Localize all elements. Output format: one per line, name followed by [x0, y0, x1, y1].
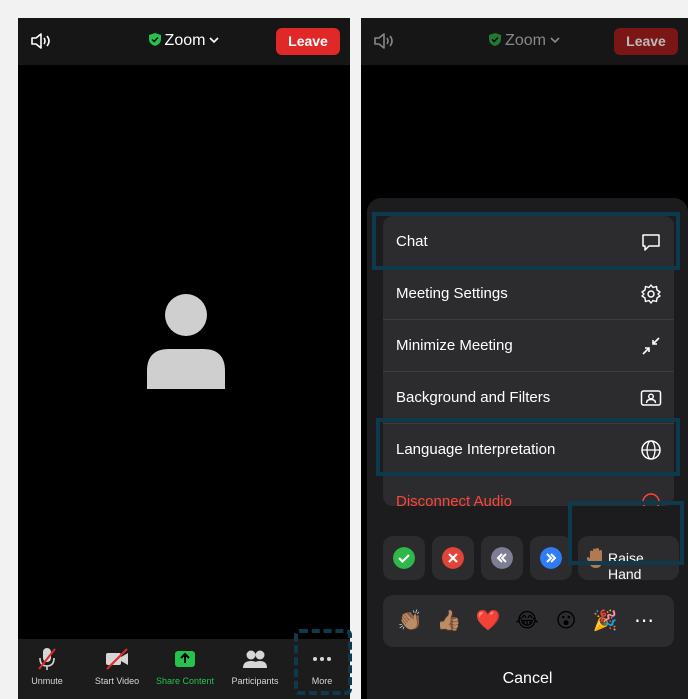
yes-button[interactable] [383, 536, 425, 580]
shield-check-icon [148, 33, 161, 46]
cancel-button[interactable]: Cancel [367, 670, 688, 688]
start-video-label: Start Video [94, 676, 140, 686]
top-bar: Zoom Leave [361, 18, 688, 65]
portrait-frame-icon [640, 390, 662, 406]
go-slower-button[interactable] [481, 536, 523, 580]
leave-button[interactable]: Leave [614, 28, 678, 55]
unmute-button[interactable]: Unmute [18, 647, 80, 686]
menu-item-label: Disconnect Audio [396, 493, 512, 506]
no-button[interactable] [432, 536, 474, 580]
avatar-placeholder-icon [147, 294, 225, 389]
chat-highlight-box [372, 212, 680, 270]
language-interpretation-highlight-box [376, 418, 680, 476]
menu-item-background-filters[interactable]: Background and Filters [383, 372, 674, 424]
reaction-clap[interactable]: 👏🏽 [397, 608, 423, 634]
participants-button[interactable]: Participants [222, 647, 288, 686]
gear-icon [641, 284, 661, 304]
share-content-label: Share Content [155, 676, 215, 686]
menu-item-minimize-meeting[interactable]: Minimize Meeting [383, 320, 674, 372]
menu-item-label: Minimize Meeting [396, 337, 513, 354]
video-off-icon [106, 648, 128, 670]
participants-label: Participants [231, 676, 279, 686]
x-icon [442, 547, 464, 569]
shield-check-icon [489, 33, 502, 46]
unmute-label: Unmute [31, 676, 63, 686]
leave-button[interactable]: Leave [276, 28, 340, 55]
reactions-bar: 👏🏽 👍🏽 ❤️ 😂 😮 🎉 ⋯ [383, 595, 674, 647]
more-button-highlight [294, 629, 352, 695]
double-left-icon [491, 547, 513, 569]
share-up-arrow-icon [175, 651, 195, 667]
raise-hand-highlight-box [568, 501, 684, 565]
chevron-down-icon [550, 37, 560, 44]
meeting-screen: Zoom Leave Unmute Start Video Share Cont… [18, 18, 350, 699]
reaction-open-mouth[interactable]: 😮 [553, 608, 579, 634]
chevron-down-icon [209, 37, 220, 44]
check-icon [393, 547, 415, 569]
minimize-arrows-icon [642, 337, 660, 355]
menu-item-label: Meeting Settings [396, 285, 508, 302]
reaction-thumbs-up[interactable]: 👍🏽 [436, 608, 462, 634]
more-reactions-button[interactable]: ⋯ [631, 608, 657, 634]
meeting-title: Zoom [164, 32, 206, 49]
share-content-button[interactable]: Share Content [152, 647, 218, 686]
reaction-heart[interactable]: ❤️ [475, 608, 501, 634]
muted-mic-icon [38, 648, 56, 670]
go-faster-button[interactable] [530, 536, 572, 580]
participants-icon [243, 650, 267, 668]
double-right-icon [540, 547, 562, 569]
menu-item-meeting-settings[interactable]: Meeting Settings [383, 268, 674, 320]
reaction-joy[interactable]: 😂 [514, 608, 540, 634]
meeting-title: Zoom [505, 32, 546, 49]
more-menu-screen: Zoom Leave Chat Meeting Settings Minimiz… [361, 18, 688, 699]
reaction-tada[interactable]: 🎉 [592, 608, 618, 634]
menu-item-label: Background and Filters [396, 389, 551, 406]
start-video-button[interactable]: Start Video [84, 647, 150, 686]
top-bar: Zoom Leave [18, 18, 350, 65]
